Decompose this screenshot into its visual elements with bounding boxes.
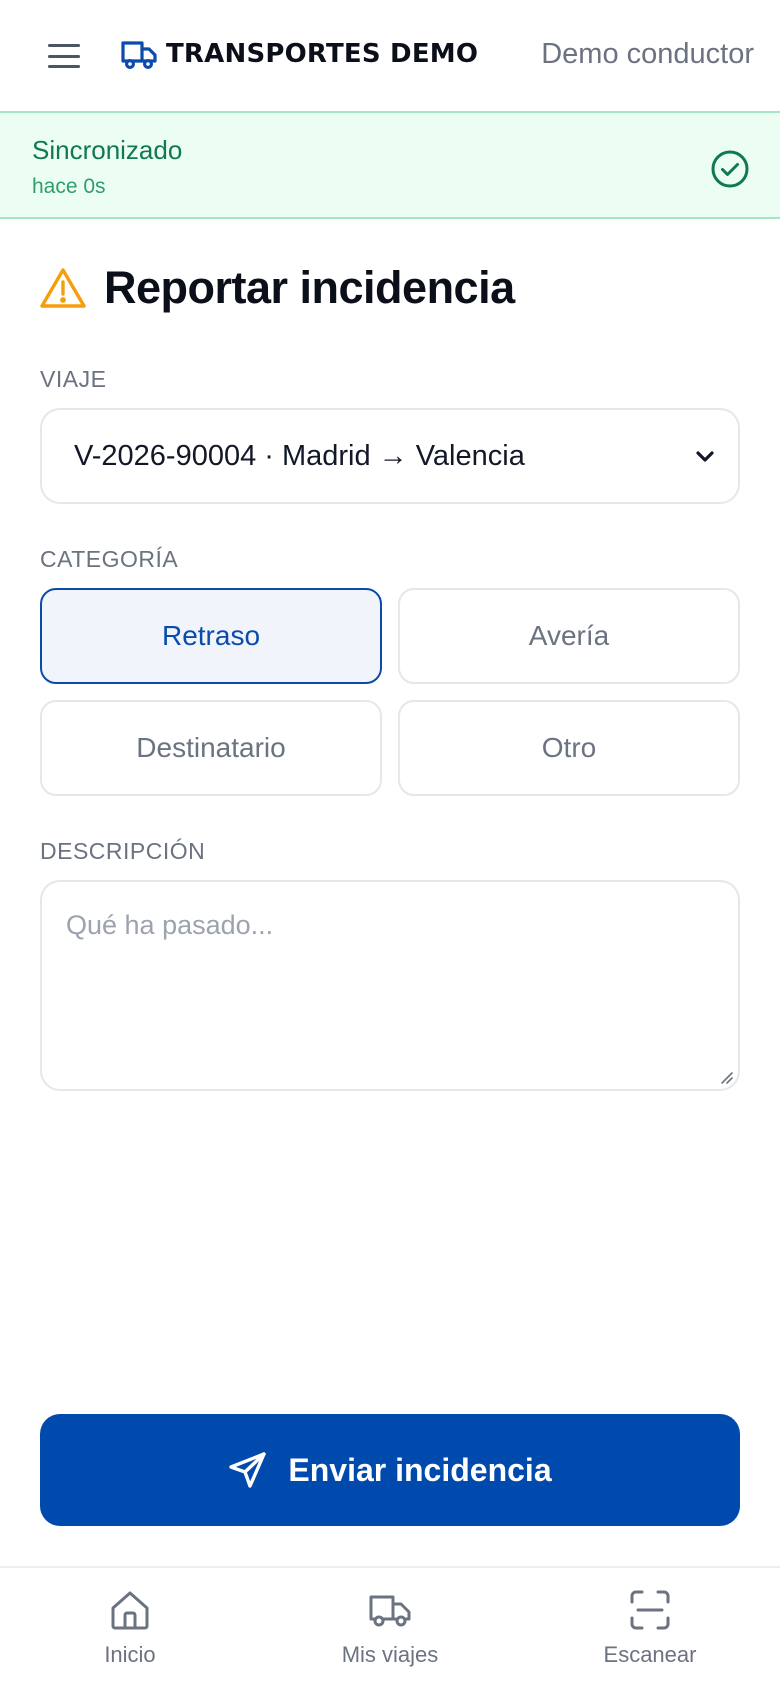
- warning-icon: [40, 268, 86, 308]
- user-name[interactable]: Demo conductor: [541, 38, 754, 71]
- trip-select-value: V-2026-90004 · Madrid → Valencia: [74, 439, 525, 472]
- description-textarea[interactable]: Qué ha pasado...: [40, 880, 740, 1091]
- send-icon: [229, 1452, 267, 1488]
- trip-label: VIAJE: [40, 366, 107, 392]
- scan-icon: [630, 1590, 670, 1630]
- menu-icon[interactable]: [44, 38, 84, 74]
- tab-label-inicio: Inicio: [104, 1642, 156, 1667]
- brand: TRANSPORTES DEMO: [120, 38, 478, 70]
- tab-inicio[interactable]: Inicio: [0, 1568, 260, 1688]
- resize-grip-icon[interactable]: [718, 1069, 734, 1085]
- description-label: DESCRIPCIÓN: [40, 838, 206, 864]
- check-circle-icon: [711, 150, 749, 188]
- category-option-averia[interactable]: Avería: [398, 588, 740, 684]
- sync-subtitle: hace 0s: [32, 175, 106, 198]
- app-header: TRANSPORTES DEMO Demo conductor: [0, 0, 780, 111]
- sync-status-banner: Sincronizado hace 0s: [0, 111, 780, 219]
- submit-label: Enviar incidencia: [288, 1451, 552, 1488]
- tab-label-mis-viajes: Mis viajes: [341, 1642, 439, 1667]
- home-icon: [111, 1591, 149, 1630]
- sync-title: Sincronizado: [32, 135, 183, 165]
- tab-mis-viajes[interactable]: Mis viajes: [260, 1568, 520, 1688]
- category-option-destinatario[interactable]: Destinatario: [40, 700, 382, 796]
- category-label: CATEGORÍA: [40, 546, 179, 572]
- page-heading: Reportar incidencia: [40, 262, 515, 314]
- truck-logo-icon: [121, 41, 157, 70]
- trip-select[interactable]: V-2026-90004 · Madrid → Valencia: [40, 408, 740, 504]
- truck-icon: [369, 1595, 411, 1627]
- chevron-down-icon: [696, 451, 714, 462]
- category-option-retraso[interactable]: Retraso: [40, 588, 382, 684]
- description-placeholder: Qué ha pasado...: [66, 910, 274, 940]
- submit-incident-button[interactable]: Enviar incidencia: [40, 1414, 740, 1526]
- tab-label-escanear: Escanear: [603, 1642, 697, 1667]
- page-title: Reportar incidencia: [104, 262, 515, 313]
- brand-name: TRANSPORTES DEMO: [166, 39, 479, 69]
- category-option-otro[interactable]: Otro: [398, 700, 740, 796]
- bottom-tab-bar: Inicio Mis viajes Escanear: [0, 1566, 780, 1688]
- tab-escanear[interactable]: Escanear: [520, 1568, 780, 1688]
